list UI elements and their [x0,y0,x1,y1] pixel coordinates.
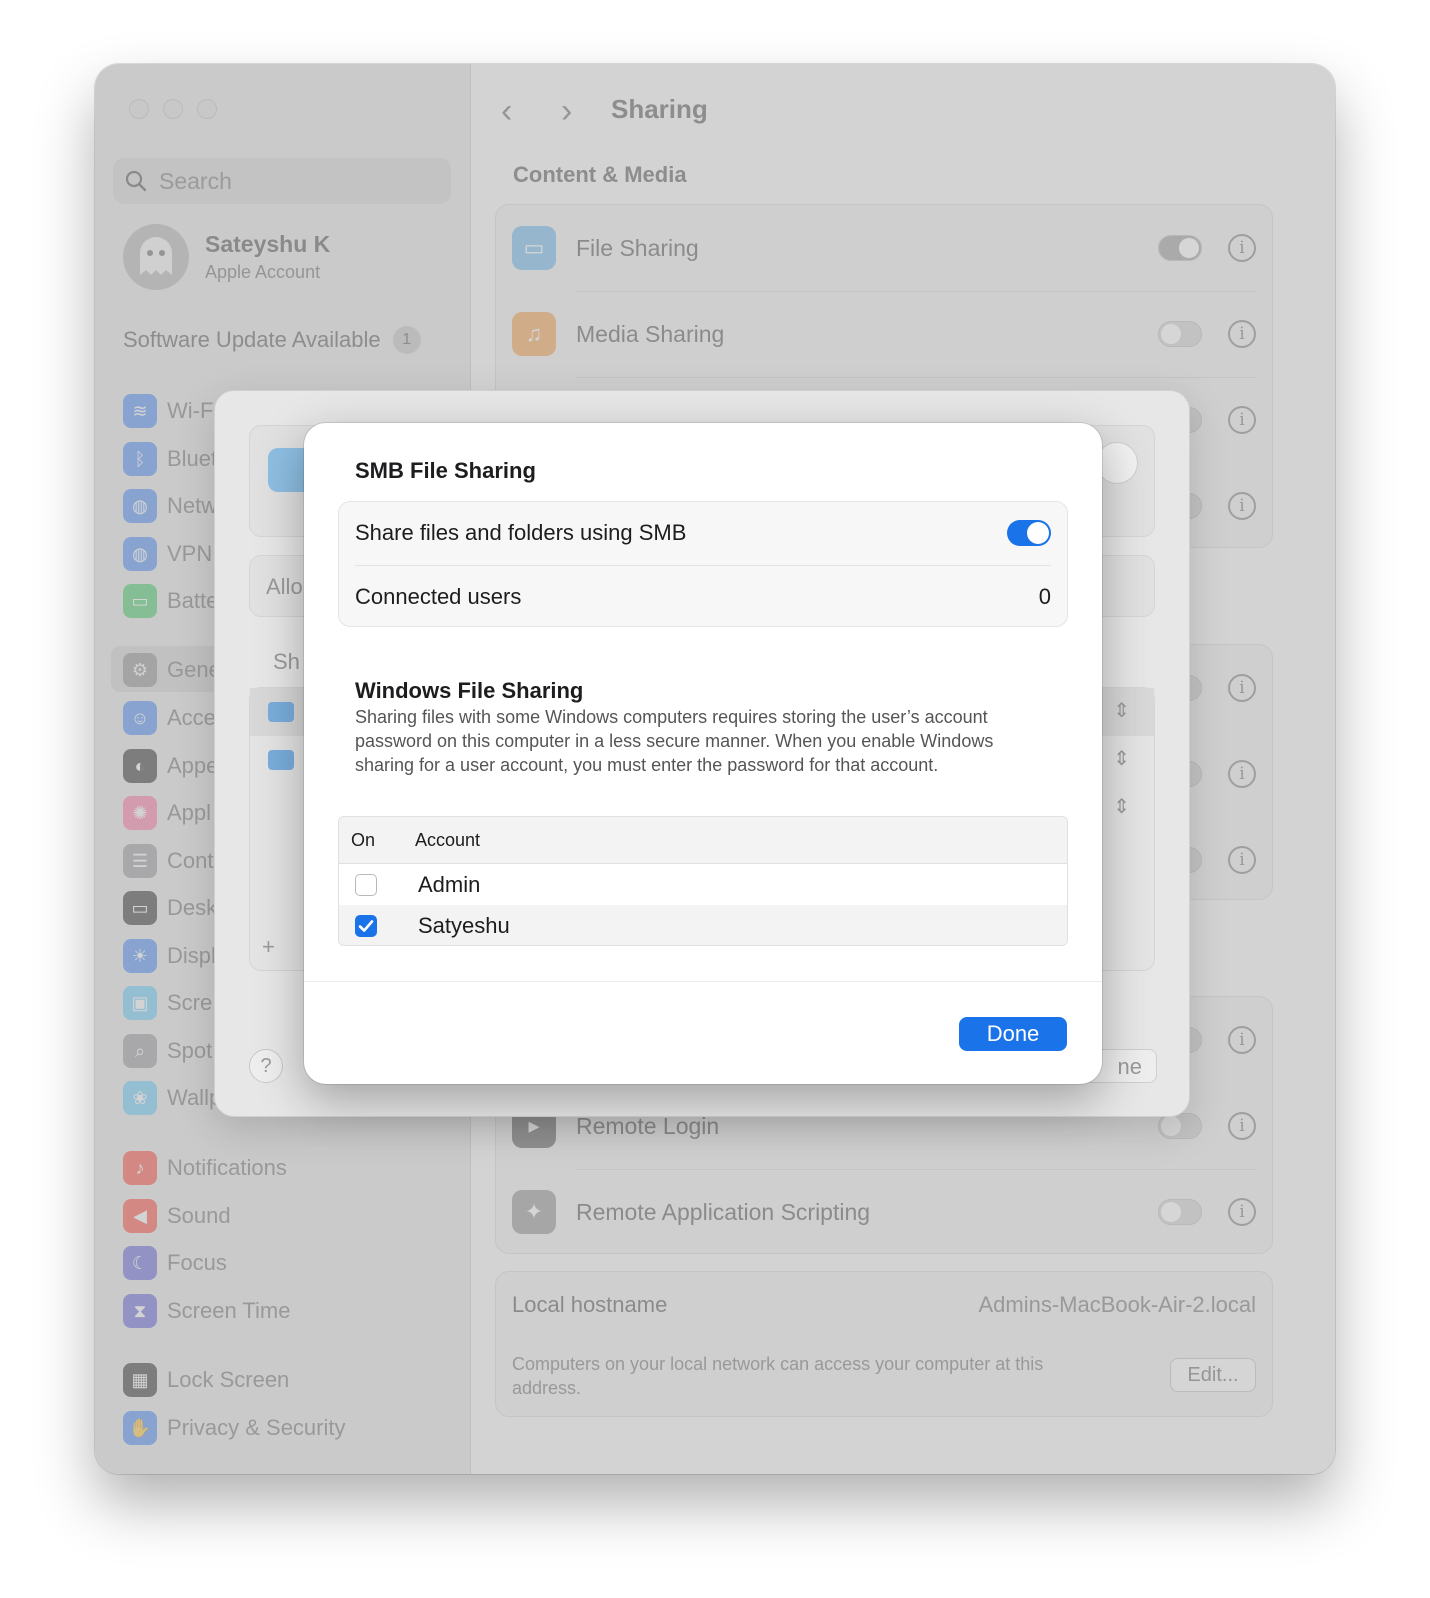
accounts-table: On Account Admin Satyeshu [338,816,1068,946]
windows-sharing-title: Windows File Sharing [355,678,584,703]
checkmark-icon [358,919,374,932]
table-row[interactable]: Satyeshu [339,905,1067,945]
done-button[interactable]: Done [959,1017,1067,1051]
table-header: On Account [339,817,1067,864]
smb-settings-card: Share files and folders using SMB Connec… [338,501,1068,627]
column-header-on[interactable]: On [351,830,375,851]
updown-chevron-icon[interactable]: ⇕ [1113,746,1130,771]
folder-icon [268,750,294,770]
account-name: Admin [418,871,481,897]
folder-icon [268,702,294,722]
help-button[interactable]: ? [249,1049,283,1083]
account-name: Satyeshu [418,912,510,938]
share-smb-label: Share files and folders using SMB [355,520,687,545]
share-smb-toggle[interactable] [1007,520,1051,546]
connected-users-label: Connected users [355,584,522,609]
share-smb-row: Share files and folders using SMB [355,502,1051,564]
shared-folders-label: Sh [273,649,300,674]
windows-sharing-description: Sharing files with some Windows computer… [355,707,994,775]
account-checkbox-admin[interactable] [355,873,377,896]
footer-divider [304,981,1102,982]
connected-users-count: 0 [1038,584,1051,609]
updown-chevron-icon[interactable]: ⇕ [1113,698,1130,723]
updown-chevron-icon[interactable]: ⇕ [1113,794,1130,819]
account-checkbox-satyeshu[interactable] [355,914,377,937]
allow-label: Allo [266,574,303,599]
add-folder-button[interactable]: + [262,934,275,960]
toggle-knob[interactable] [1096,442,1138,484]
table-row[interactable]: Admin [339,864,1067,905]
sheet-title: SMB File Sharing [355,458,536,483]
smb-file-sharing-sheet: SMB File Sharing Share files and folders… [304,423,1102,1084]
connected-users-row: Connected users 0 [355,566,1051,628]
column-header-account[interactable]: Account [415,830,480,851]
